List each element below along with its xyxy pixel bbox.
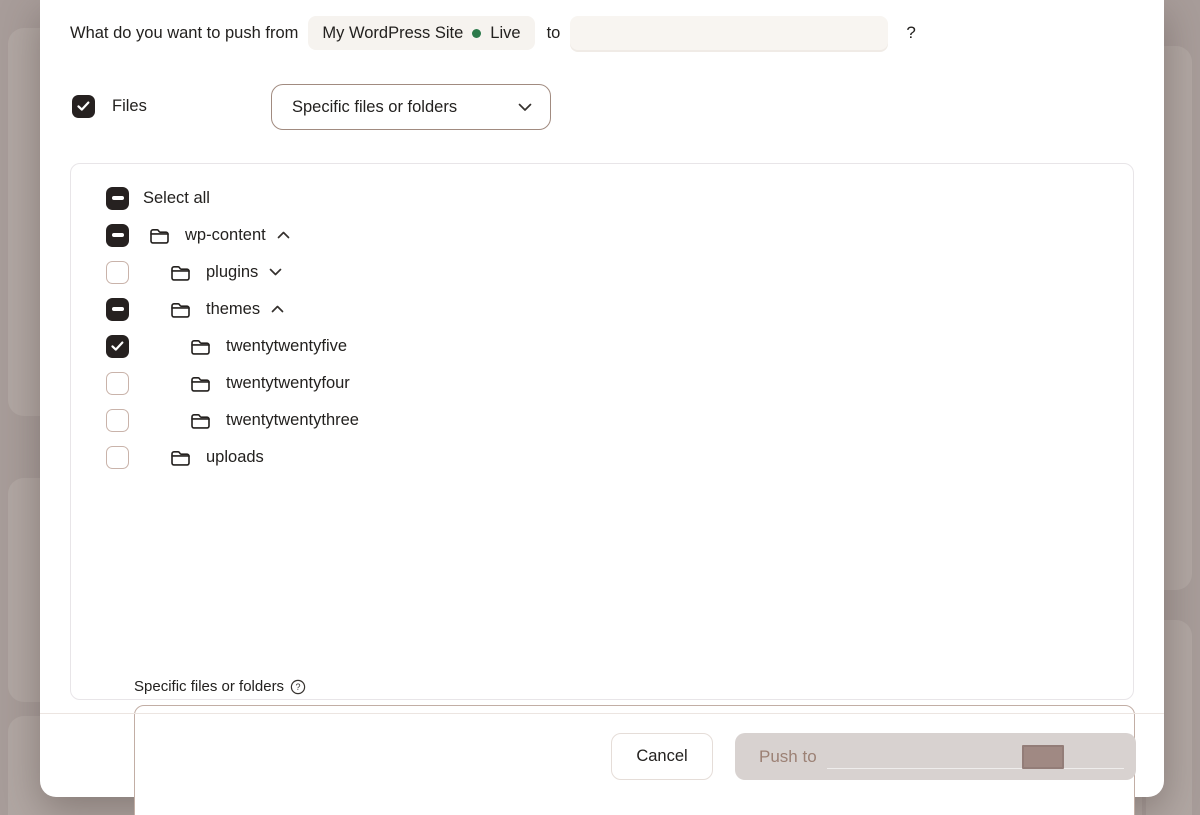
- tree-item-label: twentytwentyfive: [226, 337, 347, 356]
- files-checkbox[interactable]: [72, 95, 95, 118]
- check-icon: [111, 341, 124, 352]
- svg-text:?: ?: [296, 682, 301, 692]
- push-target-underline: [827, 768, 1124, 769]
- source-site-name: My WordPress Site: [322, 24, 463, 43]
- checkbox-themes[interactable]: [106, 298, 129, 321]
- help-circle-icon[interactable]: ?: [290, 679, 306, 695]
- toggle-wp-content[interactable]: [277, 231, 290, 239]
- chevron-up-icon: [277, 231, 290, 239]
- tree-item-label: uploads: [206, 448, 264, 467]
- checkbox-plugins[interactable]: [106, 261, 129, 284]
- push-question-text: What do you want to push from: [70, 24, 298, 43]
- push-environment-dialog: What do you want to push from My WordPre…: [40, 0, 1164, 797]
- folder-icon: [148, 225, 171, 246]
- indeterminate-dash-icon: [112, 196, 124, 200]
- folder-icon: [169, 299, 192, 320]
- folder-icon: [189, 336, 212, 357]
- cancel-button[interactable]: Cancel: [611, 733, 713, 780]
- chevron-up-icon: [271, 305, 284, 313]
- tree-item-label: plugins: [206, 263, 258, 282]
- files-mode-select[interactable]: Specific files or folders: [271, 84, 551, 130]
- tree-item-label: Select all: [143, 189, 210, 208]
- files-mode-selected-value: Specific files or folders: [292, 98, 457, 117]
- tree-item-label: twentytwentythree: [226, 411, 359, 430]
- checkbox-twentytwentythree[interactable]: [106, 409, 129, 432]
- tree-row-twentytwentyfour: twentytwentyfour: [106, 371, 350, 395]
- tree-item-label: themes: [206, 300, 260, 319]
- checkbox-twentytwentyfive[interactable]: [106, 335, 129, 358]
- checkbox-wp-content[interactable]: [106, 224, 129, 247]
- chevron-down-icon: [269, 268, 282, 276]
- help-question-mark[interactable]: ?: [906, 23, 915, 43]
- indeterminate-dash-icon: [112, 233, 124, 237]
- indeterminate-dash-icon: [112, 307, 124, 311]
- source-environment-badge: My WordPress Site Live: [308, 16, 534, 50]
- live-status-dot-icon: [472, 29, 481, 38]
- file-tree-panel: Select all wp-content plugins themes twentyt…: [70, 163, 1134, 700]
- push-target-environment-redacted: [1022, 745, 1064, 769]
- files-checkbox-row: Files: [72, 95, 147, 118]
- tree-row-twentytwentyfive: twentytwentyfive: [106, 334, 347, 358]
- checkbox-twentytwentyfour[interactable]: [106, 372, 129, 395]
- tree-row-twentytwentythree: twentytwentythree: [106, 408, 359, 432]
- folder-icon: [189, 410, 212, 431]
- push-to-button-label: Push to: [759, 747, 817, 767]
- footer-divider: [40, 713, 1164, 714]
- tree-row-themes: themes: [106, 297, 284, 321]
- to-label: to: [547, 24, 561, 43]
- tree-row-plugins: plugins: [106, 260, 282, 284]
- checkbox-uploads[interactable]: [106, 446, 129, 469]
- checkbox-select-all[interactable]: [106, 187, 129, 210]
- specific-files-label-row: Specific files or folders ?: [134, 678, 306, 695]
- target-environment-badge: [570, 16, 888, 50]
- tree-item-label: wp-content: [185, 226, 266, 245]
- chevron-down-icon: [518, 103, 532, 112]
- check-icon: [77, 101, 90, 112]
- tree-row-wp-content: wp-content: [106, 223, 290, 247]
- source-environment-name: Live: [490, 24, 520, 43]
- specific-files-label: Specific files or folders: [134, 678, 284, 695]
- tree-row-select-all: Select all: [106, 186, 210, 210]
- folder-icon: [189, 373, 212, 394]
- folder-icon: [169, 262, 192, 283]
- push-to-button[interactable]: Push to: [735, 733, 1136, 780]
- push-question-row: What do you want to push from My WordPre…: [70, 16, 916, 50]
- tree-item-label: twentytwentyfour: [226, 374, 350, 393]
- toggle-themes[interactable]: [271, 305, 284, 313]
- toggle-plugins[interactable]: [269, 268, 282, 276]
- tree-row-uploads: uploads: [106, 445, 264, 469]
- files-checkbox-label: Files: [112, 97, 147, 116]
- folder-icon: [169, 447, 192, 468]
